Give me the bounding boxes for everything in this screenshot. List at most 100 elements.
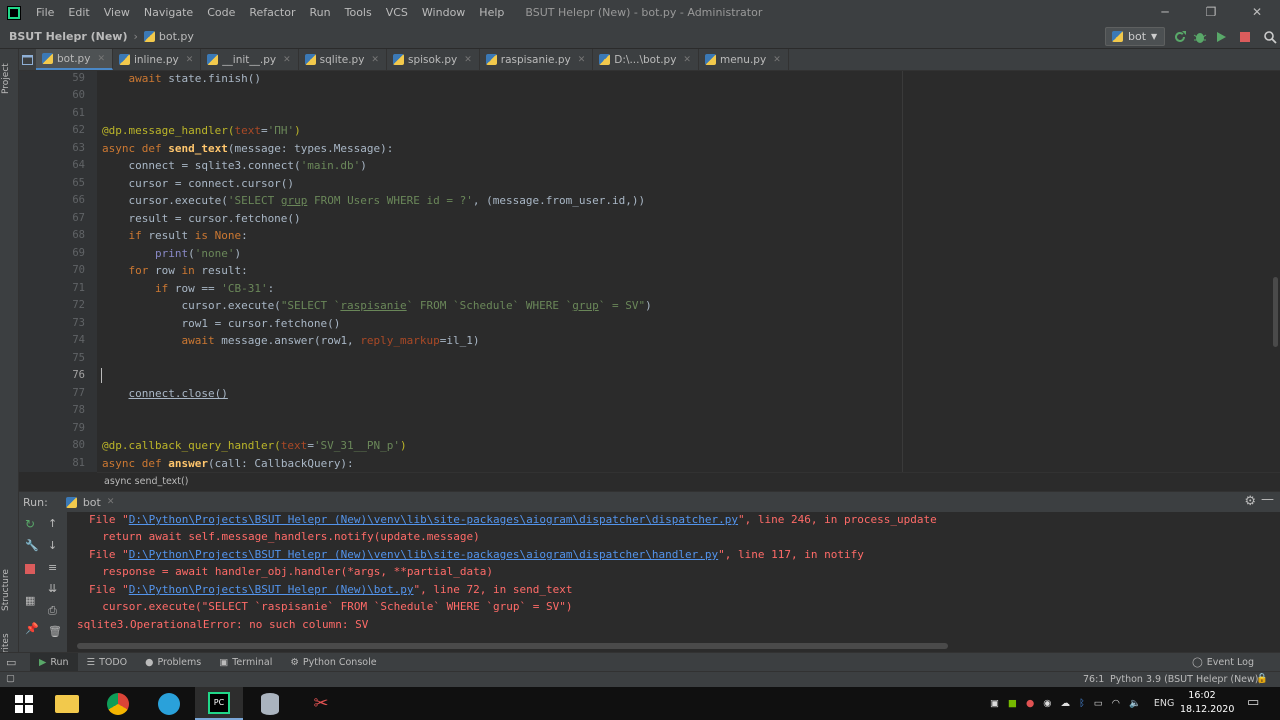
tab-spisok-py[interactable]: spisok.py ✕ <box>387 49 480 70</box>
line-number: 78 <box>72 404 85 416</box>
run-tab-bot[interactable]: bot ✕ <box>65 496 115 509</box>
tab-d-bot-py[interactable]: D:\...\bot.py ✕ <box>593 49 699 70</box>
tab-inline-py[interactable]: inline.py ✕ <box>113 49 202 70</box>
traceback-link[interactable]: D:\Python\Projects\BSUT Helepr (New)\bot… <box>129 583 414 596</box>
pin-icon[interactable]: 📌 <box>25 622 39 635</box>
scroll-to-end-icon[interactable]: ⇊ <box>48 582 57 595</box>
down-arrow-icon[interactable]: ↓ <box>48 539 57 552</box>
editor-scrollbar[interactable] <box>1272 77 1279 472</box>
wrench-icon[interactable]: 🔧 <box>25 539 39 552</box>
traceback-link[interactable]: D:\Python\Projects\BSUT Helepr (New)\ven… <box>129 513 738 526</box>
rerun-icon[interactable] <box>1173 30 1187 44</box>
taskbar-explorer[interactable] <box>43 687 91 720</box>
close-tab-icon[interactable]: ✕ <box>97 54 105 64</box>
breadcrumb-project[interactable]: BSUT Helepr (New) <box>9 30 127 43</box>
close-tab-icon[interactable]: ✕ <box>107 497 115 507</box>
menu-file[interactable]: File <box>29 0 61 25</box>
caret-position[interactable]: 76:1 <box>1083 674 1104 685</box>
steam-icon[interactable]: ◉ <box>1043 698 1051 709</box>
lock-icon[interactable]: 🔒 <box>1256 673 1268 684</box>
up-arrow-icon[interactable]: ↑ <box>48 517 57 530</box>
event-log-button[interactable]: ◯ Event Log <box>1192 653 1254 672</box>
python-interpreter[interactable]: Python 3.9 (BSUT Helepr (New)) <box>1110 674 1262 685</box>
volume-icon[interactable]: 🔈 <box>1129 698 1141 709</box>
rerun-icon[interactable]: ↻ <box>25 517 35 531</box>
menu-vcs[interactable]: VCS <box>379 0 415 25</box>
soft-wrap-icon[interactable]: ≡ <box>48 561 57 574</box>
tab-bot-py[interactable]: bot.py ✕ <box>36 49 113 70</box>
console-horizontal-scrollbar[interactable] <box>77 643 948 649</box>
notifications-icon[interactable]: ▭ <box>1247 695 1259 710</box>
structure-tool-label[interactable]: Structure <box>1 569 11 611</box>
nvidia-icon[interactable]: ■ <box>1008 698 1017 709</box>
close-tab-icon[interactable]: ✕ <box>186 55 194 65</box>
bluetooth-icon[interactable]: ᛒ <box>1079 698 1085 709</box>
close-tab-icon[interactable]: ✕ <box>464 55 472 65</box>
tool-problems[interactable]: ● Problems <box>136 653 210 672</box>
traceback-link[interactable]: D:\Python\Projects\BSUT Helepr (New)\ven… <box>129 548 718 561</box>
wifi-icon[interactable]: ◠ <box>1112 698 1120 709</box>
tab-label: bot.py <box>57 52 91 65</box>
coverage-icon[interactable] <box>1214 30 1228 44</box>
menu-refactor[interactable]: Refactor <box>242 0 302 25</box>
menu-run[interactable]: Run <box>303 0 338 25</box>
taskbar-pycharm[interactable]: PC <box>195 687 243 720</box>
layout-icon[interactable]: ▦ <box>25 594 35 607</box>
close-tab-icon[interactable]: ✕ <box>683 55 691 65</box>
debug-icon[interactable] <box>1193 30 1207 44</box>
line-number: 79 <box>72 422 85 434</box>
menu-help[interactable]: Help <box>472 0 511 25</box>
status-layout-icon[interactable]: ▢ <box>6 673 15 684</box>
trash-icon[interactable]: 🗑 <box>48 625 62 638</box>
menu-view[interactable]: View <box>97 0 137 25</box>
tray-icon[interactable]: ▣ <box>990 698 999 709</box>
code-breadcrumb[interactable]: async send_text() <box>97 472 1280 490</box>
project-view-icon[interactable] <box>19 49 36 70</box>
run-console[interactable]: File "D:\Python\Projects\BSUT Helepr (Ne… <box>67 512 1280 652</box>
layout-icon[interactable]: ▭ <box>6 656 18 669</box>
print-icon[interactable]: ⎙ <box>48 604 57 618</box>
close-window-button[interactable]: ✕ <box>1234 0 1280 25</box>
close-tab-icon[interactable]: ✕ <box>578 55 586 65</box>
menu-code[interactable]: Code <box>200 0 242 25</box>
start-button[interactable] <box>0 687 48 720</box>
tab-init-py[interactable]: __init__.py ✕ <box>201 49 299 70</box>
code-editor[interactable]: await state.finish() @dp.message_handler… <box>97 71 1280 472</box>
tool-terminal[interactable]: ▣ Terminal <box>210 653 281 672</box>
search-icon[interactable] <box>1263 30 1277 44</box>
cloud-icon[interactable]: ☁ <box>1061 698 1071 709</box>
menu-window[interactable]: Window <box>415 0 472 25</box>
gear-icon[interactable]: ⚙ <box>1244 494 1256 509</box>
minimize-panel-icon[interactable]: — <box>1261 492 1274 507</box>
close-tab-icon[interactable]: ✕ <box>371 55 379 65</box>
tab-sqlite-py[interactable]: sqlite.py ✕ <box>299 49 387 70</box>
tool-python-console[interactable]: ⚙ Python Console <box>281 653 385 672</box>
run-config-selector[interactable]: bot ▼ <box>1105 27 1165 46</box>
taskbar-telegram[interactable] <box>145 687 193 720</box>
stop-icon[interactable] <box>25 564 35 574</box>
taskbar-db-browser[interactable] <box>246 687 294 720</box>
taskbar-snipping-tool[interactable]: ✂ <box>297 687 345 720</box>
menu-navigate[interactable]: Navigate <box>137 0 200 25</box>
menu-tools[interactable]: Tools <box>338 0 379 25</box>
close-tab-icon[interactable]: ✕ <box>283 55 291 65</box>
close-tab-icon[interactable]: ✕ <box>773 55 781 65</box>
clock[interactable]: 16:02 18.12.2020 <box>1180 689 1234 717</box>
project-tool-label[interactable]: Project <box>1 63 11 94</box>
line-number: 77 <box>72 387 85 399</box>
menu-edit[interactable]: Edit <box>61 0 96 25</box>
tab-raspisanie-py[interactable]: raspisanie.py ✕ <box>480 49 594 70</box>
right-margin-guide <box>902 71 903 472</box>
app-tray-icon[interactable]: ● <box>1026 698 1034 709</box>
minimize-button[interactable]: ─ <box>1142 0 1188 25</box>
language-indicator[interactable]: ENG <box>1154 698 1174 709</box>
tab-menu-py[interactable]: menu.py ✕ <box>699 49 789 70</box>
tool-todo[interactable]: ☰ TODO <box>78 653 137 672</box>
breadcrumb-file[interactable]: bot.py <box>159 30 194 43</box>
battery-icon[interactable]: ▭ <box>1094 698 1103 709</box>
tool-run[interactable]: ▶ Run <box>30 652 78 672</box>
pycharm-logo-icon <box>7 5 21 20</box>
restore-button[interactable]: ❐ <box>1188 0 1234 25</box>
taskbar-chrome[interactable] <box>94 687 142 720</box>
stop-icon[interactable] <box>1238 30 1252 44</box>
